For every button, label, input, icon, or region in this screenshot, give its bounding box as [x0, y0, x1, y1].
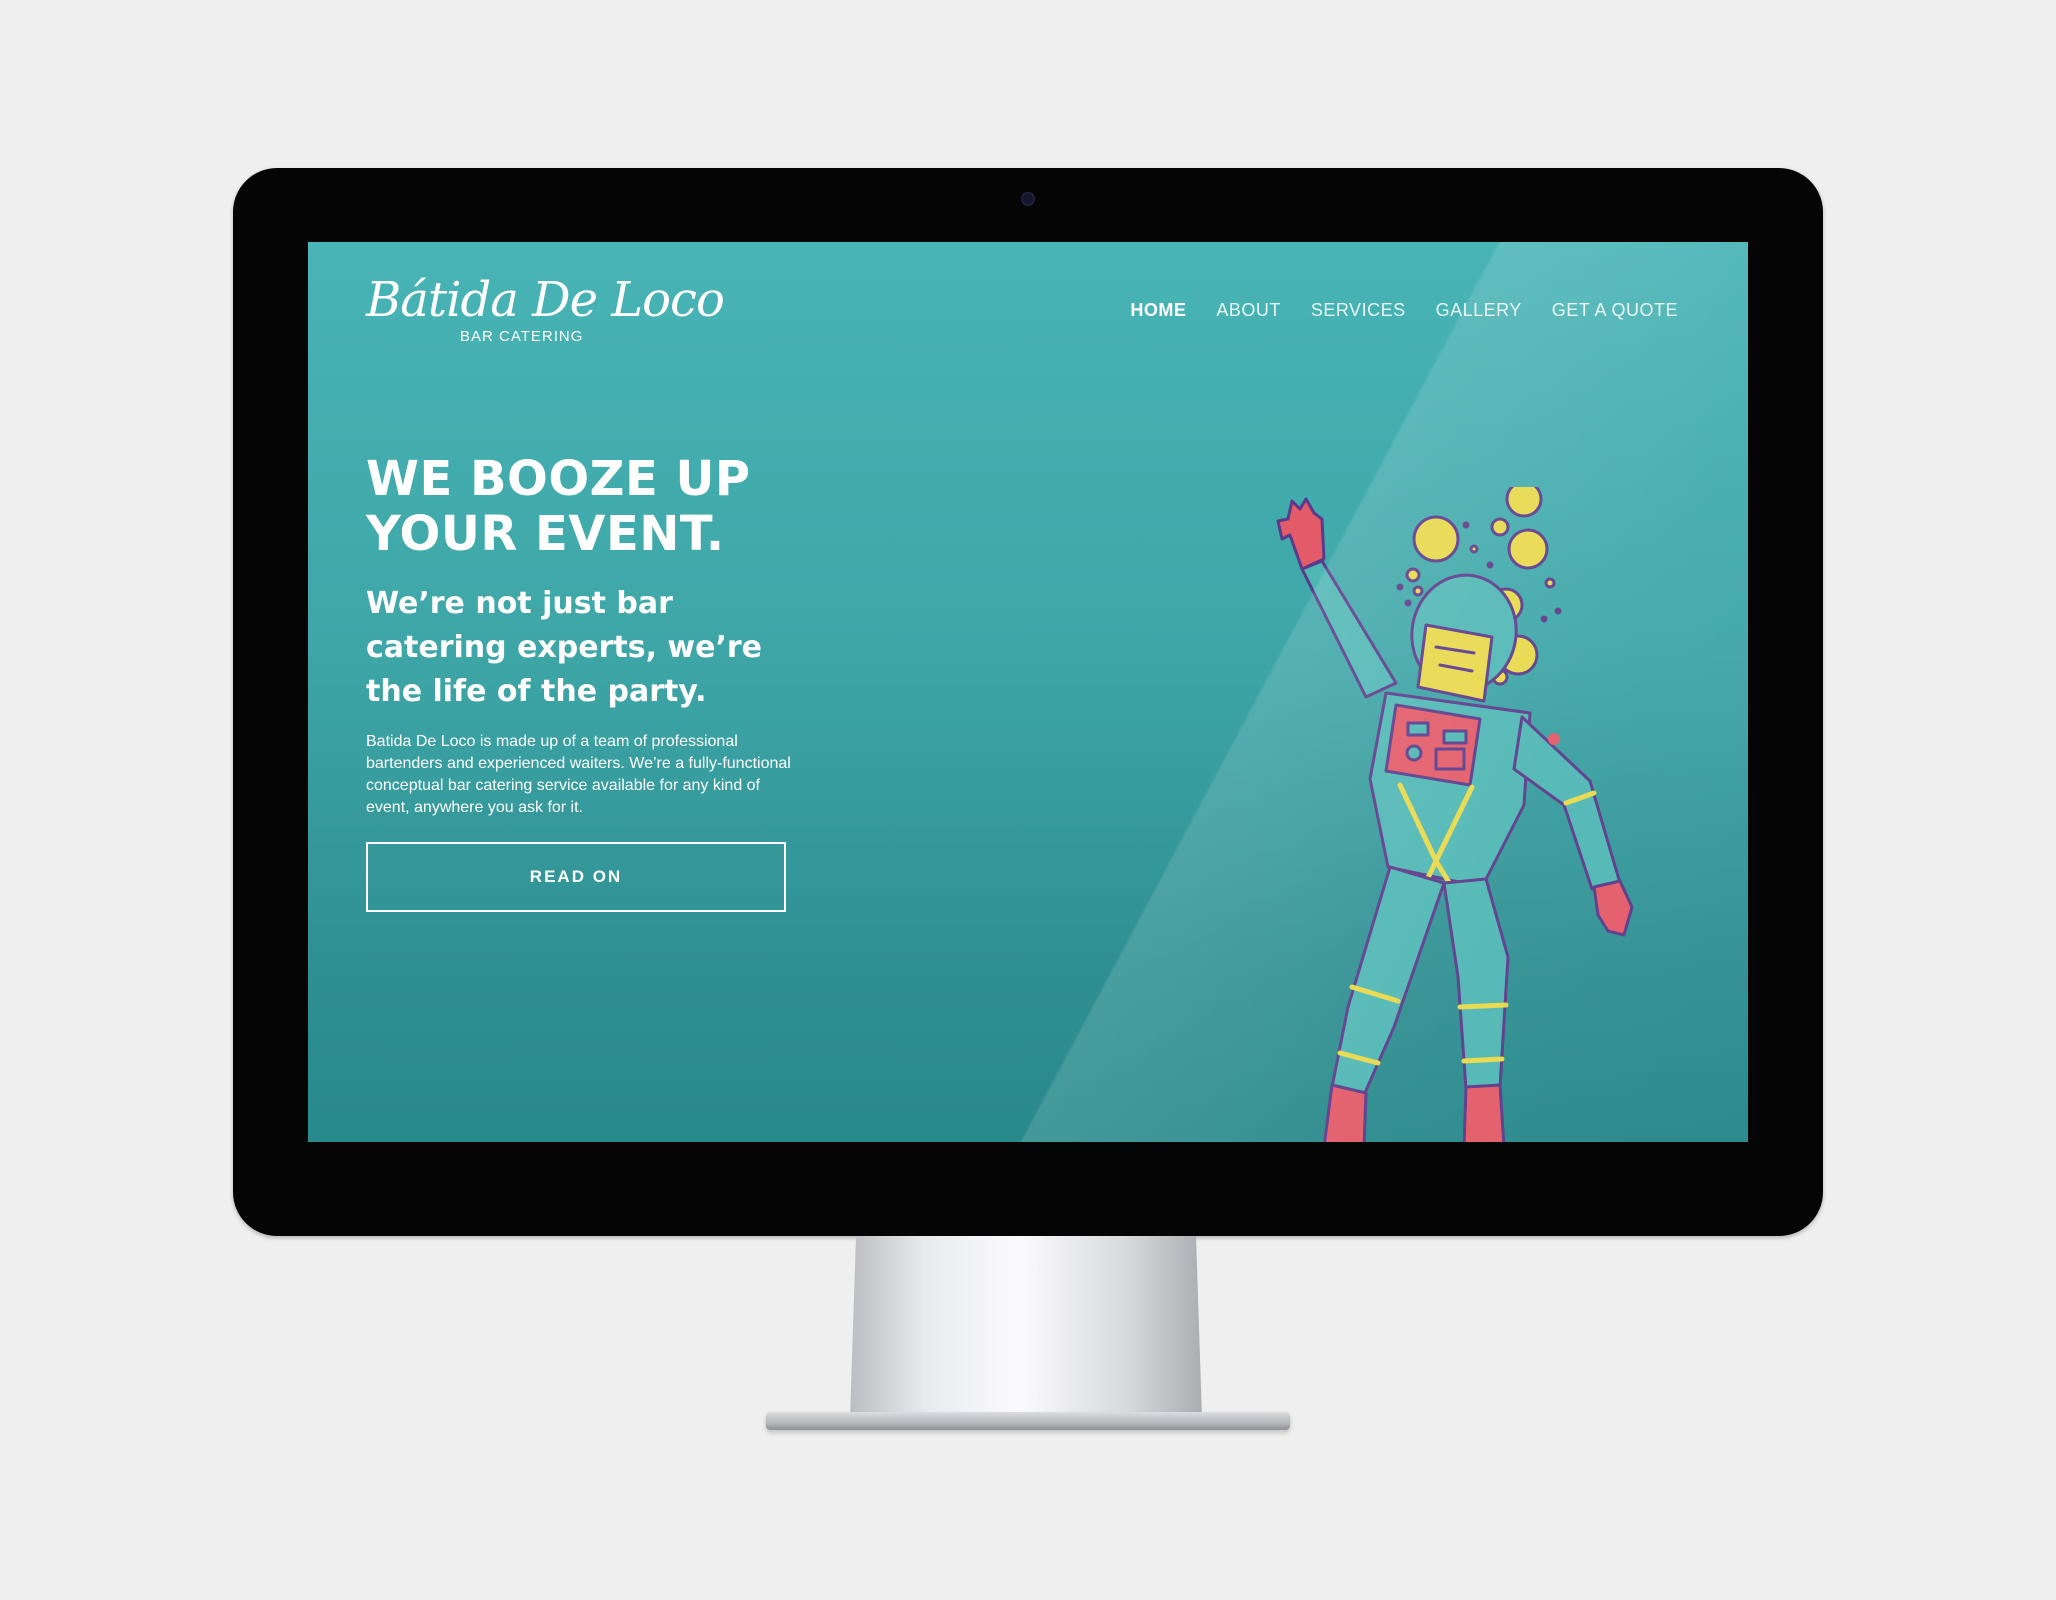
nav-services[interactable]: SERVICES — [1311, 300, 1406, 321]
site-logo[interactable]: Bátida De Loco BAR CATERING — [366, 272, 725, 345]
monitor-stand — [850, 1236, 1202, 1418]
hero-headline: WE BOOZE UP YOUR EVENT. — [366, 451, 751, 562]
read-on-button[interactable]: READ ON — [366, 842, 786, 912]
nav-about[interactable]: ABOUT — [1216, 300, 1281, 321]
webcam-icon — [1021, 192, 1035, 206]
monitor-stand-base — [766, 1412, 1290, 1430]
astronaut-illustration — [1276, 487, 1634, 1142]
scene: Bátida De Loco BAR CATERING HOME ABOUT S… — [0, 0, 2056, 1600]
hero-subheadline: We’re not just bar catering experts, we’… — [366, 586, 763, 709]
nav-home[interactable]: HOME — [1130, 300, 1186, 321]
main-navigation: HOME ABOUT SERVICES GALLERY GET A QUOTE — [1130, 300, 1678, 321]
logo-tagline: BAR CATERING — [460, 328, 584, 345]
nav-gallery[interactable]: GALLERY — [1436, 300, 1522, 321]
website-screen: Bátida De Loco BAR CATERING HOME ABOUT S… — [308, 242, 1748, 1142]
logo-script-text: Bátida De Loco — [366, 272, 725, 328]
hero-description: Batida De Loco is made up of a team of p… — [366, 733, 791, 816]
nav-get-a-quote[interactable]: GET A QUOTE — [1552, 300, 1678, 321]
